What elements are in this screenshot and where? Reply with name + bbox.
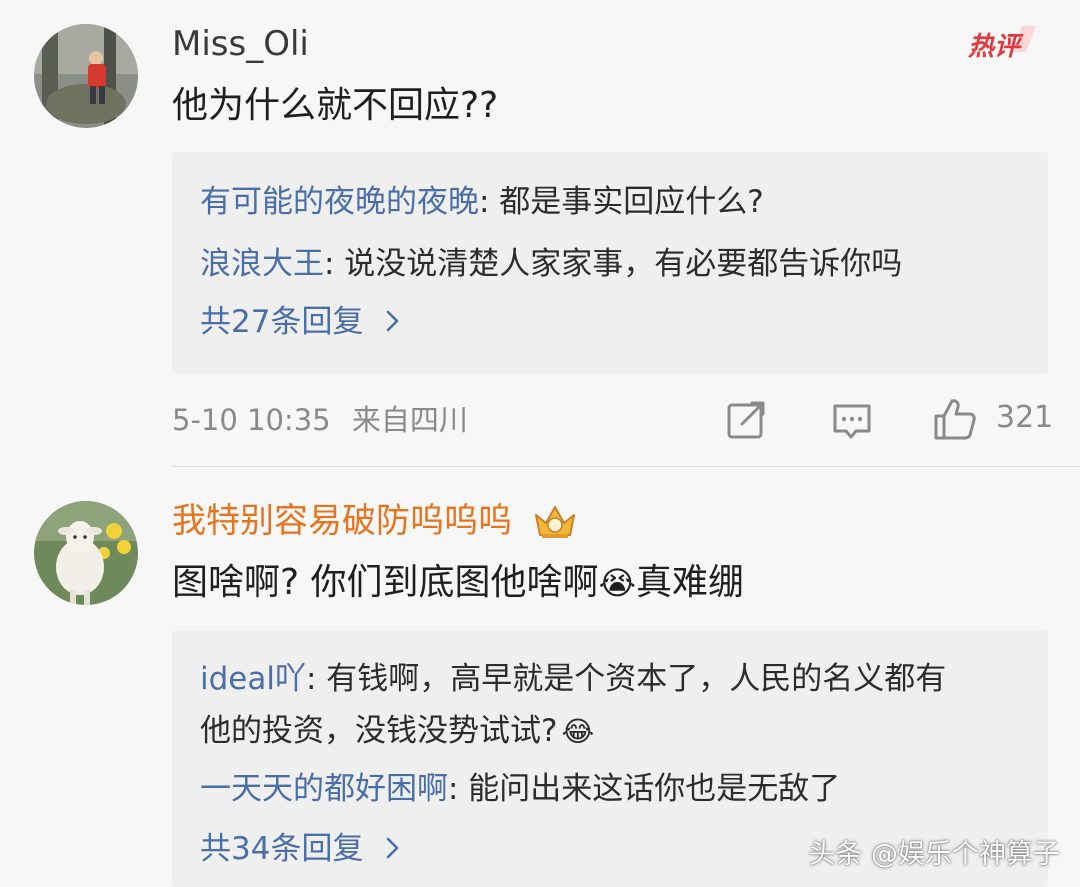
comment-text: 图啥啊? 你们到底图他啥啊😭真难绷 (172, 561, 744, 605)
share-icon[interactable] (724, 398, 768, 442)
reply-line: 有可能的夜晚的夜晚: 都是事实回应什么? (200, 182, 764, 222)
chevron-right-icon (387, 837, 399, 859)
comment-text-part: 图啥啊? 你们到底图他啥啊 (172, 562, 599, 603)
hot-comment-badge: 热评 (968, 22, 1042, 62)
username[interactable]: Miss_Oli (172, 24, 309, 64)
username[interactable]: 我特别容易破防呜呜呜 (172, 501, 512, 541)
reply-text: : 有钱啊，高早就是个资本了，人民的名义都有 (305, 661, 947, 697)
hot-comment-label: 热评 (968, 32, 1021, 62)
avatar[interactable] (34, 501, 138, 605)
crown-badge-icon (535, 506, 575, 538)
reply-line: 浪浪大王: 说没说清楚人家家事，有必要都告诉你吗 (200, 244, 902, 284)
timestamp: 5-10 10:35 (172, 403, 331, 437)
like-count: 321 (996, 400, 1054, 435)
laughing-emoji: 😂 (561, 715, 595, 748)
reply-preview-box[interactable]: 有可能的夜晚的夜晚: 都是事实回应什么? 浪浪大王: 说没说清楚人家家事，有必要… (172, 152, 1048, 374)
reply-username[interactable]: 浪浪大王 (200, 246, 324, 282)
reply-username[interactable]: ideal吖 (200, 661, 306, 697)
crying-emoji: 😭 (598, 564, 636, 602)
view-all-replies-link[interactable]: 共34条回复 (200, 829, 403, 869)
reply-line: 他的投资，没钱没势试试? 😂 (200, 711, 594, 752)
comment-text: 他为什么就不回应?? (172, 85, 499, 126)
reply-line: 一天天的都好困啊: 能问出来这话你也是无敌了 (200, 769, 840, 809)
comment-text-part: 真难绷 (635, 562, 744, 603)
location: 来自四川 (351, 403, 468, 437)
comment-card: 我特别容易破防呜呜呜 图啥啊? 你们到底图他啥啊😭真难绷 ideal吖: 有钱啊… (0, 467, 1080, 887)
comment-meta: 5-10 10:35 来自四川 (172, 402, 468, 438)
reply-line: ideal吖: 有钱啊，高早就是个资本了，人民的名义都有 (200, 659, 946, 699)
reply-username[interactable]: 有可能的夜晚的夜晚 (200, 184, 479, 220)
comment-card: Miss_Oli 热评 他为什么就不回应?? 有可能的夜晚的夜晚: 都是事实回应… (0, 0, 1080, 466)
reply-text: : 说没说清楚人家家事，有必要都告诉你吗 (324, 246, 903, 282)
chevron-right-icon (387, 310, 399, 332)
watermark: 头条 @娱乐个神算子 (808, 839, 1060, 870)
comment-icon[interactable] (830, 400, 874, 444)
thumbs-up-icon (934, 399, 976, 440)
reply-username[interactable]: 一天天的都好困啊 (200, 771, 448, 807)
view-all-replies-label: 共34条回复 (200, 831, 364, 867)
avatar[interactable] (34, 24, 138, 128)
reply-text: : 能问出来这话你也是无敌了 (448, 771, 841, 807)
reply-text: : 都是事实回应什么? (479, 184, 764, 220)
view-all-replies-label: 共27条回复 (200, 304, 364, 340)
reply-text: 他的投资，没钱没势试试? (200, 713, 558, 749)
view-all-replies-link[interactable]: 共27条回复 (200, 302, 403, 342)
